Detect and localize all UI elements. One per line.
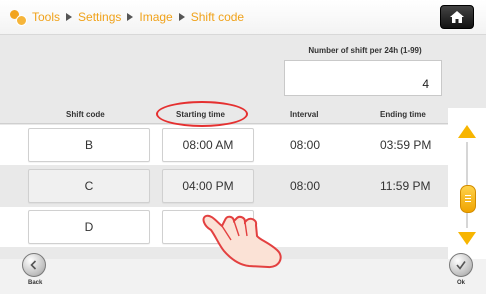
highlight-ring [156, 101, 248, 127]
interval-value: 08:00 [290, 179, 321, 193]
breadcrumb-settings[interactable]: Settings [78, 10, 121, 24]
scrollbar-thumb[interactable] [460, 185, 476, 213]
back-label: Back [28, 280, 43, 286]
breadcrumb-separator-icon [127, 13, 134, 21]
shifts-per-day-label: Number of shift per 24h (1-99) [308, 46, 422, 55]
ok-label: Ok [457, 280, 466, 286]
triangle-up-icon[interactable] [458, 125, 476, 138]
breadcrumb-shift-code: Shift code [190, 10, 245, 24]
triangle-down-icon[interactable] [458, 232, 476, 245]
home-button[interactable] [440, 5, 474, 29]
breadcrumb-tools[interactable]: Tools [32, 10, 60, 24]
table-row: C 04:00 PM 08:00 11:59 PM [0, 166, 448, 206]
breadcrumb-image[interactable]: Image [139, 10, 172, 24]
ending-time-value: 03:59 PM [380, 138, 432, 152]
shift-code-cell[interactable]: B [28, 128, 150, 162]
tools-icon [10, 9, 27, 26]
back-arrow-icon [30, 260, 37, 270]
checkmark-icon [456, 261, 466, 270]
back-button[interactable] [22, 253, 46, 277]
interval-value: 08:00 [290, 138, 321, 152]
column-header-ending-time: Ending time [380, 110, 426, 119]
breadcrumb-separator-icon [178, 13, 185, 21]
column-header-interval: Interval [290, 110, 319, 119]
header-bar: Tools Settings Image Shift code [0, 0, 486, 35]
ending-time-value: 11:59 PM [380, 179, 431, 193]
breadcrumb-separator-icon [66, 13, 73, 21]
table-row: B 08:00 AM 08:00 03:59 PM [0, 125, 448, 165]
shift-code-cell[interactable]: D [28, 210, 150, 244]
ok-button[interactable] [449, 253, 473, 277]
shifts-per-day-input[interactable]: 4 [284, 60, 442, 96]
starting-time-cell[interactable]: 04:00 PM [162, 169, 254, 203]
column-header-shift-code: Shift code [66, 110, 105, 119]
home-icon [450, 11, 464, 23]
breadcrumb: Tools Settings Image Shift code [10, 9, 245, 26]
shift-code-screen: Tools Settings Image Shift code Number o… [0, 0, 486, 294]
shift-code-cell[interactable]: C [28, 169, 150, 203]
header-divider [0, 123, 486, 124]
hand-pointer-icon [202, 214, 282, 269]
starting-time-cell[interactable]: 08:00 AM [162, 128, 254, 162]
